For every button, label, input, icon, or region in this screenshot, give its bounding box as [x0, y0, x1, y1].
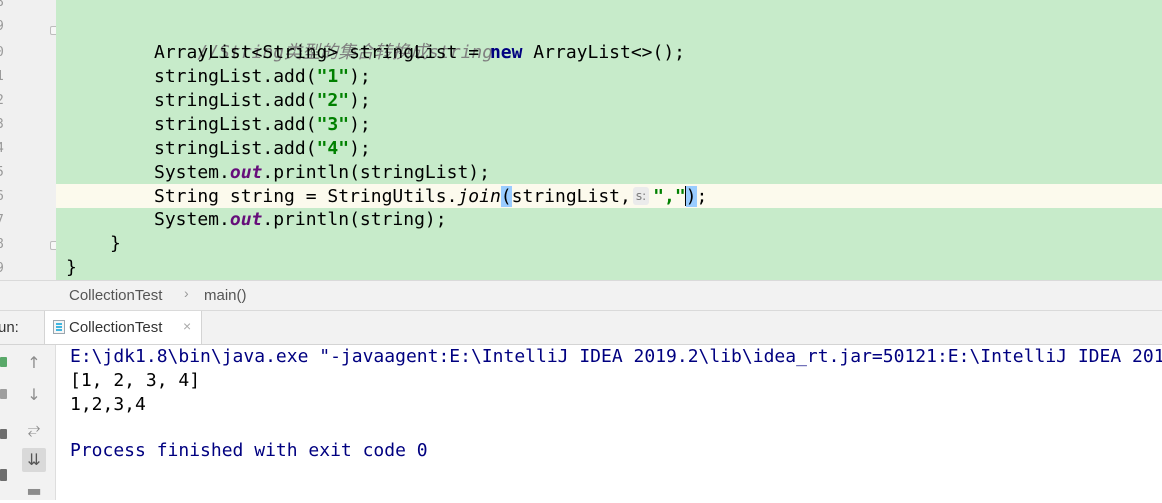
- rerun-icon[interactable]: [0, 357, 7, 367]
- code-add-end: );: [349, 114, 371, 135]
- tab-label: CollectionTest: [69, 319, 163, 336]
- breadcrumb-separator: ›: [184, 285, 189, 301]
- close-icon[interactable]: ×: [183, 318, 191, 334]
- line-number: 4: [0, 137, 8, 161]
- line-number: 5: [0, 161, 8, 185]
- code-line-method-close[interactable]: }: [110, 232, 121, 256]
- line-number-gutter: 8 9 0 1 2 3 4 5 6 7 8 9: [0, 0, 56, 280]
- restore-layout-icon[interactable]: [0, 429, 7, 439]
- breadcrumb-item-method[interactable]: main(): [204, 287, 247, 304]
- code-println-call: .println(stringList);: [262, 162, 490, 183]
- code-keyword-new: new: [489, 42, 523, 63]
- console-line-exit: Process finished with exit code 0: [70, 440, 428, 461]
- down-arrow-icon[interactable]: ↓: [22, 383, 46, 407]
- code-arg: stringList,: [511, 186, 631, 207]
- code-string-literal: ",": [653, 186, 686, 207]
- code-system: System.: [154, 209, 230, 230]
- code-brace: }: [110, 233, 121, 254]
- line-number: 0: [0, 41, 8, 65]
- code-line-add[interactable]: stringList.add("2");: [154, 89, 371, 113]
- code-string-literal: "1": [316, 66, 350, 87]
- code-static-field-out: out: [229, 209, 263, 230]
- code-add-call: stringList.add(: [154, 138, 317, 159]
- code-paren-match-open: (: [500, 186, 512, 207]
- line-number: 3: [0, 113, 8, 137]
- console-output[interactable]: E:\jdk1.8\bin\java.exe "-javaagent:E:\In…: [56, 345, 1162, 500]
- code-line-add[interactable]: stringList.add("3");: [154, 113, 371, 137]
- parameter-hint: s:: [632, 187, 650, 205]
- code-ctor: ArrayList<>();: [522, 42, 686, 63]
- code-paren-match-close: ): [685, 186, 697, 207]
- code-static-field-out: out: [229, 162, 263, 183]
- print-icon[interactable]: ▬: [22, 479, 46, 503]
- code-line-class-close[interactable]: }: [66, 256, 77, 280]
- run-tool-window-header: un: CollectionTest ×: [0, 311, 1162, 345]
- code-add-end: );: [349, 90, 371, 111]
- code-add-end: );: [349, 138, 371, 159]
- code-string-literal: "4": [316, 138, 350, 159]
- code-line-declare[interactable]: ArrayList<String> stringList = new Array…: [154, 41, 685, 65]
- code-decl: String string = StringUtils.: [154, 186, 458, 207]
- fold-marker-icon[interactable]: [50, 26, 56, 35]
- console-line-output: 1,2,3,4: [70, 394, 146, 415]
- line-number: 8: [0, 233, 8, 257]
- code-static-method-join: join: [457, 186, 501, 207]
- run-config-icon: [53, 320, 65, 334]
- code-line-add[interactable]: stringList.add("1");: [154, 65, 371, 89]
- line-number: 9: [0, 257, 8, 280]
- code-add-call: stringList.add(: [154, 66, 317, 87]
- code-line-println-string[interactable]: System.out.println(string);: [154, 208, 447, 232]
- code-add-end: );: [349, 66, 371, 87]
- fold-marker-icon[interactable]: [50, 241, 56, 250]
- line-number: 6: [0, 185, 8, 209]
- console-line-output: [1, 2, 3, 4]: [70, 370, 201, 391]
- pin-icon[interactable]: [0, 469, 7, 481]
- line-number: 8: [0, 0, 8, 15]
- code-string-literal: "3": [316, 114, 350, 135]
- code-add-call: stringList.add(: [154, 90, 317, 111]
- code-string-literal: "2": [316, 90, 350, 111]
- code-add-call: stringList.add(: [154, 114, 317, 135]
- breadcrumb-item-class[interactable]: CollectionTest: [69, 287, 162, 304]
- line-number: 7: [0, 209, 8, 233]
- code-line-add[interactable]: stringList.add("4");: [154, 137, 371, 161]
- stop-icon[interactable]: [0, 389, 7, 399]
- console-line-command: E:\jdk1.8\bin\java.exe "-javaagent:E:\In…: [70, 346, 1162, 367]
- up-arrow-icon[interactable]: ↑: [22, 351, 46, 375]
- code-type: ArrayList<String> stringList =: [154, 42, 490, 63]
- tab-collection-test[interactable]: CollectionTest ×: [44, 311, 202, 344]
- breadcrumb: CollectionTest › main(): [0, 280, 1162, 311]
- scroll-to-end-icon[interactable]: ⇊: [22, 448, 46, 472]
- code-brace: }: [66, 257, 77, 278]
- code-editor[interactable]: 8 9 0 1 2 3 4 5 6 7 8 9 //String类型的集合转换成…: [0, 0, 1162, 280]
- code-line-comment[interactable]: //String类型的集合转换成string: [154, 17, 493, 63]
- line-number: 1: [0, 65, 8, 89]
- run-panel-label: un:: [0, 319, 19, 336]
- code-semicolon: ;: [696, 186, 708, 207]
- code-line-println-list[interactable]: System.out.println(stringList);: [154, 161, 490, 185]
- line-number: 2: [0, 89, 8, 113]
- console-toolbar: ↑ ↓ ⥂ ⇊ ▬: [0, 345, 56, 500]
- code-println-call: .println(string);: [262, 209, 447, 230]
- code-line-join[interactable]: String string = StringUtils.join(stringL…: [154, 185, 707, 209]
- code-system: System.: [154, 162, 230, 183]
- soft-wrap-icon[interactable]: ⥂: [22, 417, 46, 441]
- line-number: 9: [0, 15, 8, 39]
